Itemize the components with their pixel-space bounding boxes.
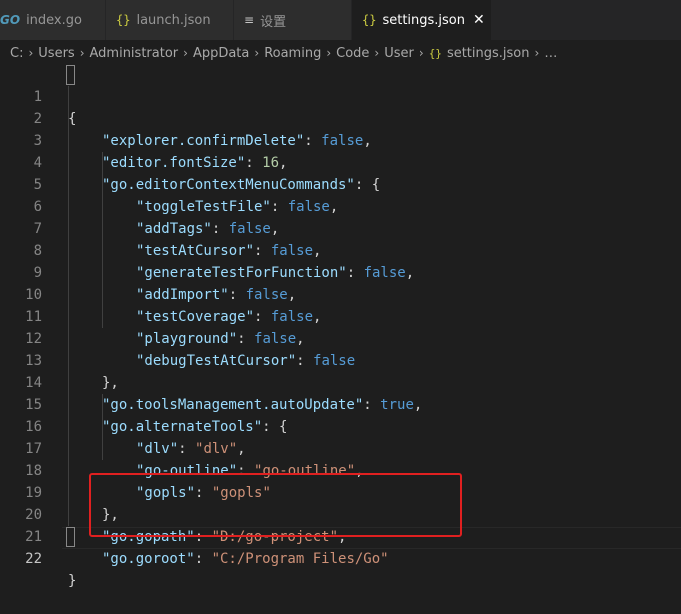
highlight-annotation-box — [89, 473, 462, 537]
json-file-icon: {} — [362, 13, 377, 27]
json-file-icon: {} — [428, 46, 442, 60]
tab-launch-json[interactable]: {} launch.json — [106, 0, 234, 40]
chevron-right-icon: › — [534, 46, 540, 60]
breadcrumb-item[interactable]: Administrator — [90, 46, 179, 61]
json-value: "C:/Program Files/Go" — [211, 551, 389, 567]
tab-index-go[interactable]: GO index.go — [0, 0, 106, 40]
tab-label: launch.json — [136, 12, 211, 28]
code-line: 13 }, — [0, 328, 681, 391]
punctuation: : — [194, 551, 212, 567]
code-line: 14 "go.toolsManagement.autoUpdate": true… — [0, 350, 681, 413]
code-line: 3 "editor.fontSize": 16, — [0, 108, 681, 171]
json-file-icon: {} — [116, 13, 131, 27]
breadcrumb-more[interactable]: … — [544, 46, 557, 61]
code-line: 1 { — [0, 64, 681, 127]
chevron-right-icon: › — [326, 46, 332, 60]
chevron-right-icon: › — [79, 46, 85, 60]
tab-label: index.go — [26, 12, 82, 28]
tab-label: settings.json — [382, 12, 466, 28]
breadcrumb-item[interactable]: Users — [38, 46, 74, 61]
punctuation: } — [68, 573, 77, 589]
chevron-right-icon: › — [254, 46, 260, 60]
chevron-right-icon: › — [374, 46, 380, 60]
close-icon[interactable]: ✕ — [473, 12, 485, 28]
code-line: 11 "playground": false, — [0, 284, 681, 347]
code-line: 9 "addImport": false, — [0, 240, 681, 303]
code-line: 5 "toggleTestFile": false, — [0, 152, 681, 215]
breadcrumb-file[interactable]: settings.json — [447, 46, 530, 61]
code-line: 2 "explorer.confirmDelete": false, — [0, 86, 681, 149]
breadcrumb-item[interactable]: User — [384, 46, 414, 61]
code-line: 10 "testCoverage": false, — [0, 262, 681, 325]
code-line: 15 "go.alternateTools": { — [0, 372, 681, 435]
chevron-right-icon: › — [183, 46, 188, 60]
go-file-icon: GO — [0, 13, 21, 27]
tab-settings-ui[interactable]: ≡ 设置 — [234, 0, 352, 40]
json-key: "go.goroot" — [102, 551, 195, 567]
breadcrumb-item[interactable]: AppData — [193, 46, 249, 61]
code-line: 8 "generateTestForFunction": false, — [0, 218, 681, 281]
tab-settings-json[interactable]: {} settings.json ✕ — [352, 0, 492, 40]
code-line: 12 "debugTestAtCursor": false — [0, 306, 681, 369]
chevron-right-icon: › — [418, 46, 424, 60]
breadcrumb-item[interactable]: Roaming — [264, 46, 321, 61]
settings-file-icon: ≡ — [244, 13, 255, 27]
chevron-right-icon: › — [28, 46, 34, 60]
code-line: 6 "addTags": false, — [0, 174, 681, 237]
breadcrumb-item[interactable]: C: — [10, 46, 23, 61]
editor-tab-bar: GO index.go {} launch.json ≡ 设置 {} setti… — [0, 0, 681, 40]
code-line: 17 "go-outline": "go-outline", — [0, 416, 681, 479]
line-number: 22 — [25, 551, 42, 567]
code-line: 18 "gopls": "gopls" — [0, 438, 681, 501]
code-line: 7 "testAtCursor": false, — [0, 196, 681, 259]
breadcrumb: C: › Users › Administrator › AppData › R… — [0, 40, 681, 66]
code-line: 16 "dlv": "dlv", — [0, 394, 681, 457]
code-line: 4 "go.editorContextMenuCommands": { — [0, 130, 681, 193]
breadcrumb-item[interactable]: Code — [336, 46, 369, 61]
tab-label: 设置 — [260, 14, 287, 30]
